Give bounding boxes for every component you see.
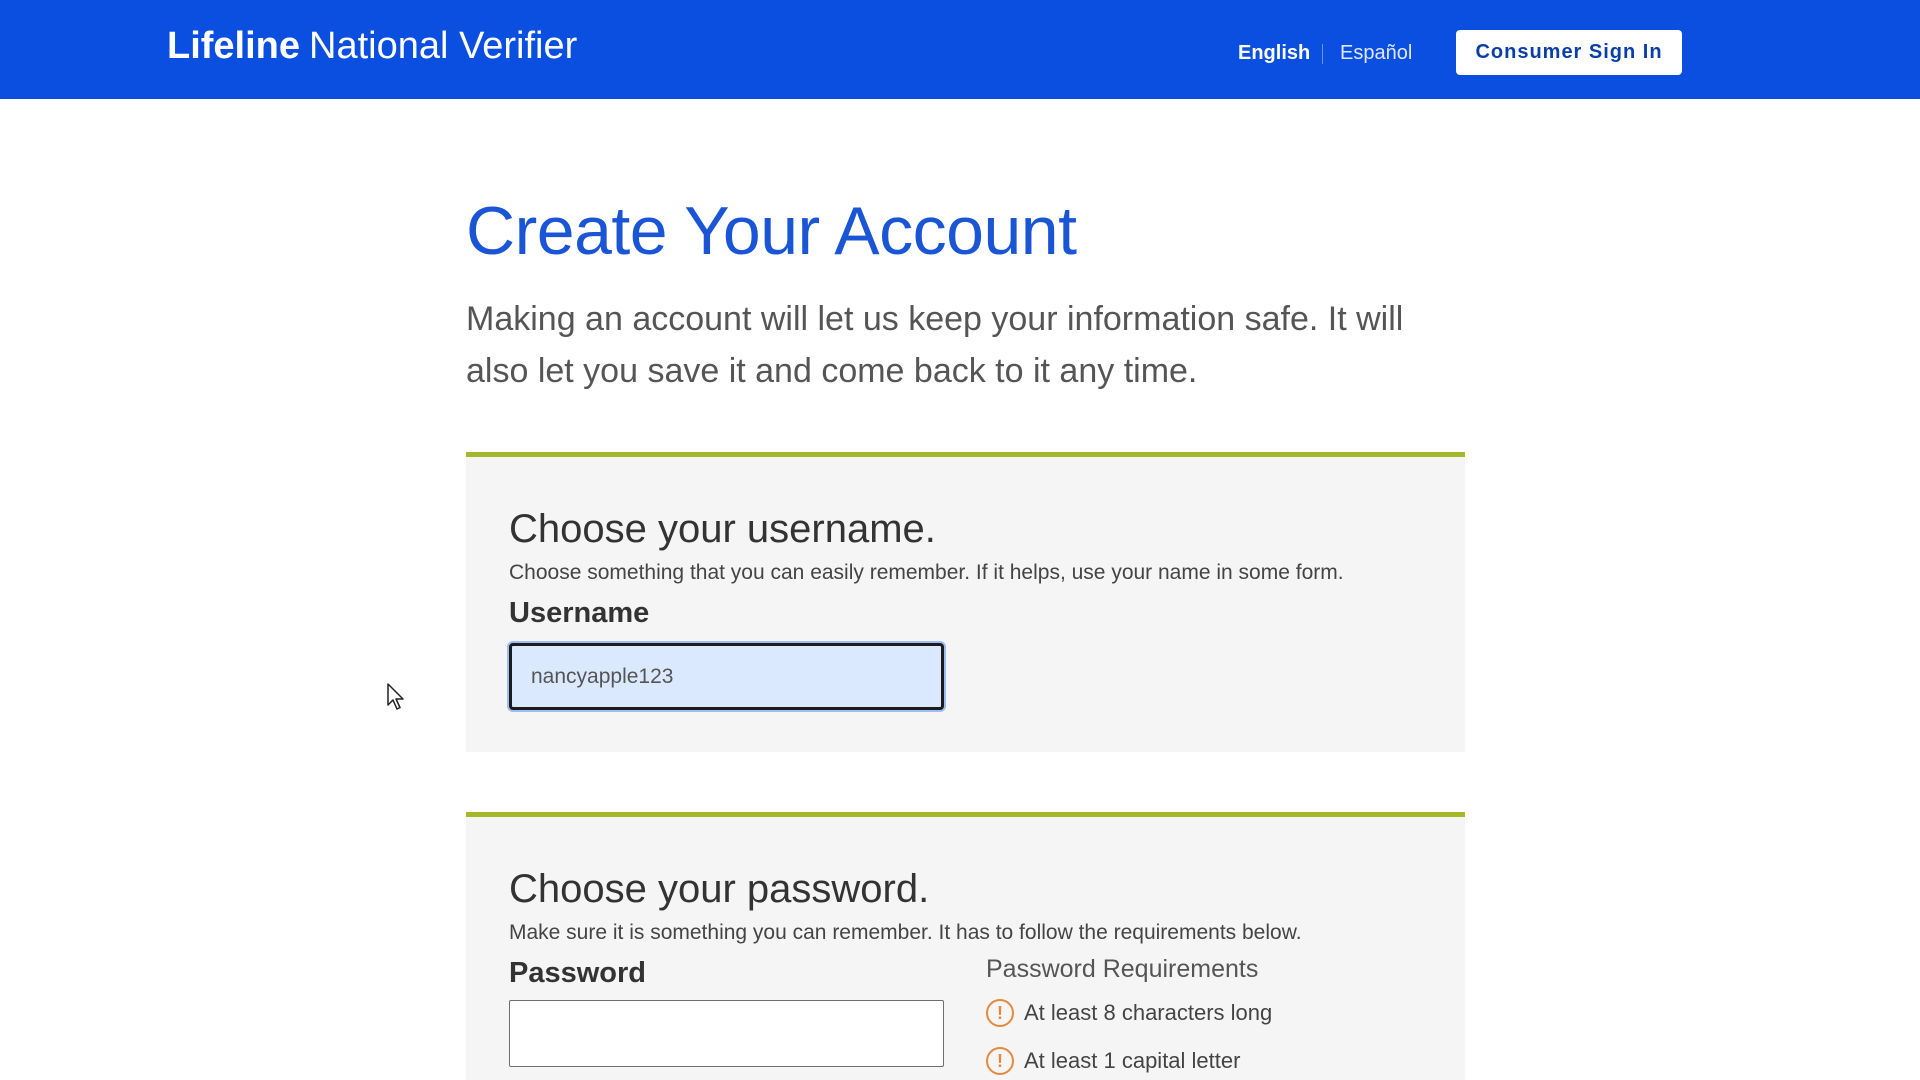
warning-circle-icon: ! bbox=[986, 1047, 1014, 1075]
intro-text: Making an account will let us keep your … bbox=[466, 300, 1404, 390]
consumer-sign-in-button[interactable]: Consumer Sign In bbox=[1456, 30, 1682, 75]
username-card: Choose your username. Choose something t… bbox=[466, 452, 1465, 752]
brand-name-rest: National Verifier bbox=[309, 25, 578, 67]
site-header: Lifeline National Verifier English Españo… bbox=[0, 0, 1920, 99]
password-requirements-title: Password Requirements bbox=[986, 955, 1259, 983]
username-input[interactable] bbox=[509, 643, 944, 710]
username-heading: Choose your username. bbox=[509, 507, 936, 551]
requirement-text: At least 8 characters long bbox=[1024, 1000, 1273, 1025]
requirement-item: ! At least 8 characters long bbox=[986, 997, 1272, 1029]
page-title: Create Your Account bbox=[466, 193, 1077, 269]
password-label: Password bbox=[509, 957, 646, 989]
requirement-item: ! At least 1 capital letter bbox=[986, 1045, 1240, 1077]
language-english-link[interactable]: English bbox=[1238, 40, 1310, 66]
mouse-pointer-icon bbox=[387, 683, 404, 710]
password-input[interactable] bbox=[509, 1000, 944, 1067]
password-help-text: Make sure it is something you can rememb… bbox=[509, 921, 1302, 944]
warning-circle-icon: ! bbox=[986, 999, 1014, 1027]
brand-name-bold: Lifeline bbox=[167, 25, 301, 67]
password-card: Choose your password. Make sure it is so… bbox=[466, 812, 1465, 1080]
site-logo[interactable]: Lifeline National Verifier bbox=[167, 23, 577, 69]
username-label: Username bbox=[509, 597, 650, 629]
password-heading: Choose your password. bbox=[509, 867, 930, 911]
language-divider bbox=[1322, 44, 1323, 64]
language-spanish-link[interactable]: Español bbox=[1340, 40, 1412, 66]
username-help-text: Choose something that you can easily rem… bbox=[509, 561, 1344, 584]
requirement-text: At least 1 capital letter bbox=[1024, 1048, 1241, 1073]
